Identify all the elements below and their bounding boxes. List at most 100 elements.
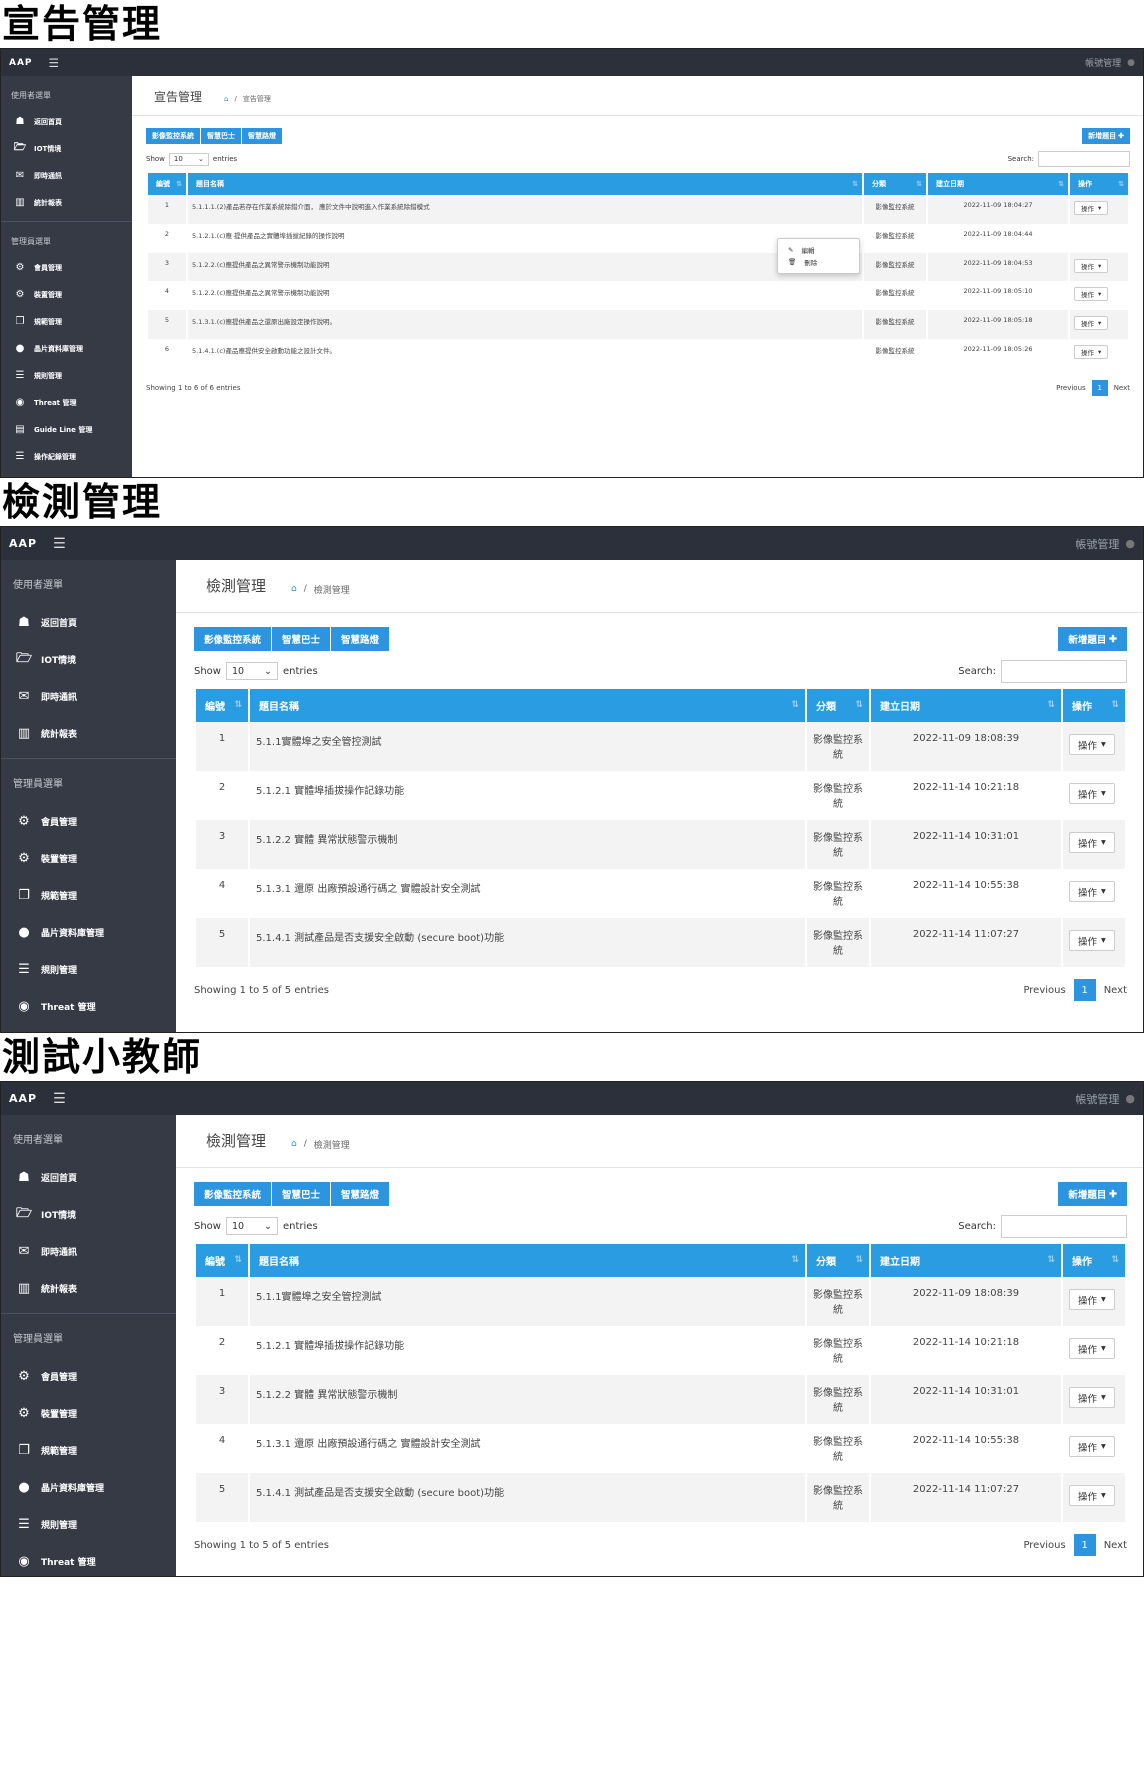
sidebar-item[interactable]: ☗ 返回首頁 — [1, 604, 176, 641]
next-page-button[interactable]: Next — [1114, 384, 1130, 392]
sidebar-item[interactable]: ☰ 規則管理 — [1, 362, 132, 389]
sidebar-item[interactable]: ⚙ 會員管理 — [1, 1358, 176, 1395]
operation-button[interactable]: 操作 ▾ — [1069, 930, 1115, 951]
sidebar-item[interactable]: ◉ Threat 管理 — [1, 1543, 176, 1576]
sidebar-item[interactable]: ▥ 統計報表 — [1, 189, 132, 216]
sidebar-item[interactable]: ⚙ 會員管理 — [1, 254, 132, 281]
home-icon[interactable]: ⌂ — [291, 584, 297, 594]
column-header-actions[interactable]: 操作 ⇅ — [1063, 689, 1125, 722]
operation-button[interactable]: 操作 ▾ — [1074, 258, 1109, 273]
sidebar-item[interactable]: ● 晶片資料庫管理 — [1, 1469, 176, 1506]
sidebar-item[interactable]: ❐ 規範管理 — [1, 308, 132, 335]
hamburger-menu-icon[interactable]: ☰ — [49, 56, 60, 70]
entries-select[interactable]: 10 ⌄ — [225, 662, 278, 680]
hamburger-menu-icon[interactable]: ☰ — [53, 536, 67, 552]
sidebar-item[interactable]: ☰ 規則管理 — [1, 1506, 176, 1543]
operation-button[interactable]: 操作 ▾ — [1069, 832, 1115, 853]
category-button-smart-bus[interactable]: 智慧巴士 — [272, 627, 331, 651]
operation-button[interactable]: 操作 ▾ — [1069, 783, 1115, 804]
home-icon[interactable]: ⌂ — [224, 95, 228, 103]
sidebar-item[interactable]: ☗ 返回首頁 — [1, 1159, 176, 1196]
sidebar-item[interactable]: ✉ 即時通訊 — [1, 678, 176, 715]
column-header-number[interactable]: 編號 ⇅ — [196, 1244, 248, 1277]
column-header-actions[interactable]: 操作 ⇅ — [1063, 1244, 1125, 1277]
sidebar-item[interactable]: ☰ 規則管理 — [1, 951, 176, 988]
sidebar-item[interactable]: 🗁 IOT情境 — [1, 1196, 176, 1233]
operation-button[interactable]: 操作 ▾ — [1069, 881, 1115, 902]
sidebar-item[interactable]: ☗ 返回首頁 — [1, 108, 132, 135]
column-header-category[interactable]: 分類 ⇅ — [864, 173, 926, 195]
previous-page-button[interactable]: Previous — [1056, 384, 1086, 392]
category-button-smart-bus[interactable]: 智慧巴士 — [272, 1182, 331, 1206]
entries-select[interactable]: 10 ⌄ — [168, 152, 209, 166]
category-button-smart-streetlight[interactable]: 智慧路燈 — [242, 128, 282, 144]
column-header-created-date[interactable]: 建立日期 ⇅ — [871, 689, 1061, 722]
brand-logo[interactable]: AAP — [9, 537, 37, 550]
account-menu[interactable]: 帳號管理 ● — [1075, 1091, 1135, 1107]
operation-button[interactable]: 操作 ▾ — [1069, 1436, 1115, 1457]
sidebar-item[interactable]: ▥ 統計報表 — [1, 1270, 176, 1307]
column-header-category[interactable]: 分類 ⇅ — [807, 689, 869, 722]
category-button-smart-streetlight[interactable]: 智慧路燈 — [331, 627, 390, 651]
brand-logo[interactable]: AAP — [9, 58, 33, 68]
account-menu[interactable]: 帳號管理 ● — [1085, 56, 1135, 70]
category-button-surveillance[interactable]: 影像監控系統 — [146, 128, 200, 144]
column-header-actions[interactable]: 操作 ⇅ — [1070, 173, 1128, 195]
sidebar-item[interactable]: ◉ Threat 管理 — [1, 988, 176, 1025]
category-button-surveillance[interactable]: 影像監控系統 — [194, 1182, 272, 1206]
sidebar-item[interactable]: ● 晶片資料庫管理 — [1, 914, 176, 951]
category-button-smart-streetlight[interactable]: 智慧路燈 — [331, 1182, 390, 1206]
operation-button[interactable]: 操作 ▾ — [1074, 316, 1109, 331]
next-page-button[interactable]: Next — [1104, 985, 1127, 996]
page-1-button[interactable]: 1 — [1091, 379, 1108, 396]
sidebar-item[interactable]: ❐ 規範管理 — [1, 1432, 176, 1469]
sidebar-item[interactable]: ◉ Threat 管理 — [1, 389, 132, 416]
page-1-button[interactable]: 1 — [1073, 979, 1096, 1001]
sidebar-item[interactable]: 🗁 IOT情境 — [1, 135, 132, 162]
sidebar-item[interactable]: ⚙ 裝置管理 — [1, 1395, 176, 1432]
add-question-button[interactable]: 新增題目 ✚ — [1058, 627, 1127, 651]
operation-button[interactable]: 操作 ▾ — [1069, 734, 1115, 755]
brand-logo[interactable]: AAP — [9, 1092, 37, 1105]
entries-select[interactable]: 10 ⌄ — [225, 1217, 278, 1235]
column-header-title[interactable]: 題目名稱 ⇅ — [250, 1244, 805, 1277]
category-button-surveillance[interactable]: 影像監控系統 — [194, 627, 272, 651]
operation-button[interactable]: 操作 ▾ — [1074, 201, 1109, 215]
column-header-category[interactable]: 分類 ⇅ — [807, 1244, 869, 1277]
next-page-button[interactable]: Next — [1104, 1540, 1127, 1551]
operation-button[interactable]: 操作 ▾ — [1069, 1485, 1115, 1506]
sidebar-item[interactable]: ▥ 統計報表 — [1, 715, 176, 752]
previous-page-button[interactable]: Previous — [1023, 1540, 1065, 1551]
sidebar-item[interactable]: ❐ 規範管理 — [1, 877, 176, 914]
home-icon[interactable]: ⌂ — [291, 1139, 297, 1149]
operation-button[interactable]: 操作 ▾ — [1074, 287, 1109, 302]
search-input[interactable] — [1001, 659, 1127, 683]
sidebar-item[interactable]: ⚙ 裝置管理 — [1, 281, 132, 308]
column-header-created-date[interactable]: 建立日期 ⇅ — [928, 173, 1068, 195]
sidebar-item[interactable]: ☰ 操作紀錄管理 — [1, 443, 132, 470]
sidebar-item[interactable]: ✉ 即時通訊 — [1, 162, 132, 189]
column-header-number[interactable]: 編號 ⇅ — [148, 173, 186, 195]
page-1-button[interactable]: 1 — [1073, 1534, 1096, 1556]
column-header-title[interactable]: 題目名稱 ⇅ — [250, 689, 805, 722]
add-question-button[interactable]: 新增題目 ✚ — [1082, 128, 1130, 144]
dropdown-delete[interactable]: 🗑 刪除 — [778, 256, 859, 268]
sidebar-item[interactable]: 🗁 IOT情境 — [1, 641, 176, 678]
sidebar-item[interactable]: ● 晶片資料庫管理 — [1, 335, 132, 362]
category-button-smart-bus[interactable]: 智慧巴士 — [201, 128, 241, 144]
column-header-created-date[interactable]: 建立日期 ⇅ — [871, 1244, 1061, 1277]
dropdown-edit[interactable]: ✎ 編輯 — [778, 244, 859, 256]
sidebar-item[interactable]: ▤ Guide Line 管理 — [1, 416, 132, 443]
column-header-number[interactable]: 編號 ⇅ — [196, 689, 248, 722]
operation-button[interactable]: 操作 ▾ — [1069, 1338, 1115, 1359]
sidebar-item[interactable]: ⚙ 會員管理 — [1, 803, 176, 840]
column-header-title[interactable]: 題目名稱 ⇅ — [188, 173, 862, 195]
search-input[interactable] — [1038, 151, 1130, 167]
sidebar-item[interactable]: ✉ 即時通訊 — [1, 1233, 176, 1270]
add-question-button[interactable]: 新增題目 ✚ — [1058, 1182, 1127, 1206]
hamburger-menu-icon[interactable]: ☰ — [53, 1091, 67, 1107]
previous-page-button[interactable]: Previous — [1023, 985, 1065, 996]
operation-button[interactable]: 操作 ▾ — [1069, 1387, 1115, 1408]
search-input[interactable] — [1001, 1214, 1127, 1238]
operation-button[interactable]: 操作 ▾ — [1074, 344, 1109, 359]
